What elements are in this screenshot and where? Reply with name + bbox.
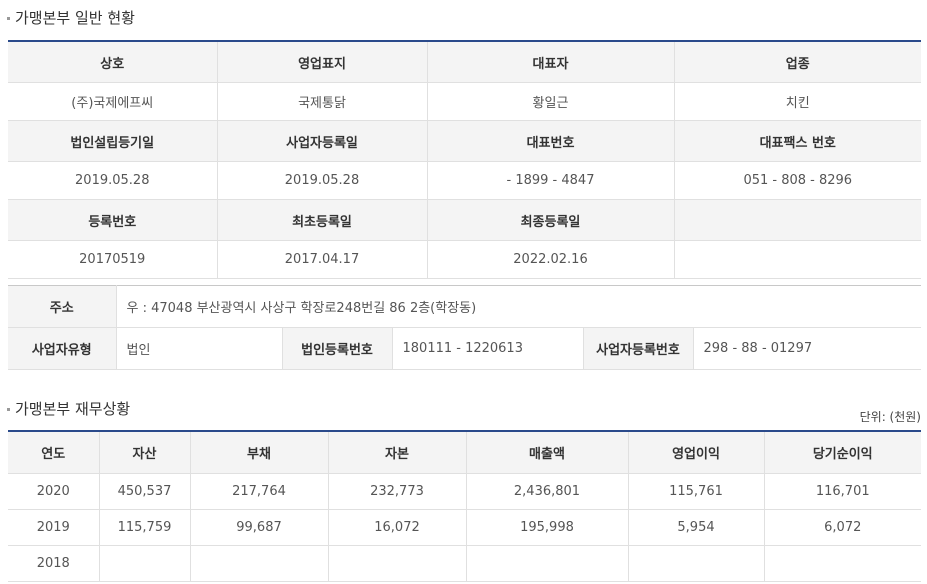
address-row: 주소 우 : 47048 부산광역시 사상구 학장로248번길 86 2층(학장… [8,285,922,328]
column-header: 최초등록일 [217,199,428,241]
bullet-icon [7,408,10,411]
table-cell [328,545,467,582]
table-cell: 2019.05.28 [217,161,428,200]
address-label: 주소 [8,285,117,328]
table-cell: 국제통닭 [217,82,428,121]
general-status-title: 가맹본부 일반 현황 [7,7,135,28]
column-header: 업종 [674,41,921,83]
table-cell: 2019 [8,509,100,546]
financial-status-title: 가맹본부 재무상황 [7,398,130,419]
table-row: 2018 [8,545,921,582]
column-header: 대표번호 [427,120,675,162]
table-cell: 황일근 [427,82,675,121]
table-cell: 2019.05.28 [8,161,218,200]
table-cell: 217,764 [190,473,329,510]
table-cell: 450,537 [99,473,191,510]
table-cell: 6,072 [764,509,921,546]
column-header: 매출액 [466,431,629,474]
table-cell: 2020 [8,473,100,510]
column-header: 상호 [8,41,218,83]
table-cell [674,240,921,279]
table-cell [764,545,921,582]
table-cell [466,545,629,582]
data-row: 20170519 2017.04.17 2022.02.16 [8,240,921,279]
column-header: 자본 [328,431,467,474]
general-status-table: 상호 영업표지 대표자 업종 (주)국제에프씨 국제통닭 황일근 치킨 법인설립등기일 사업자등록… [8,40,921,279]
unit-label: 단위: (천원) [859,410,921,424]
table-cell [190,545,329,582]
table-cell: 115,759 [99,509,191,546]
corp-reg-value: 180111 - 1220613 [392,327,584,370]
column-header: 최종등록일 [427,199,675,241]
table-cell: 99,687 [190,509,329,546]
table-cell: - 1899 - 4847 [427,161,675,200]
table-cell: 2,436,801 [466,473,629,510]
column-header: 대표자 [427,41,675,83]
financial-table: 연도 자산 부채 자본 매출액 영업이익 당기순이익 2020 450,537 217,764 2… [8,430,921,582]
financial-header-row: 연도 자산 부채 자본 매출액 영업이익 당기순이익 [8,431,921,474]
table-cell: 20170519 [8,240,218,279]
address-value: 우 : 47048 부산광역시 사상구 학장로248번길 86 2층(학장동) [116,285,922,328]
biz-reg-label: 사업자등록번호 [583,327,694,370]
table-cell: 5,954 [628,509,765,546]
data-row: 2019.05.28 2019.05.28- 1899 - 4847 051 - 8… [8,161,921,200]
data-row: (주)국제에프씨 국제통닭 황일근 치킨 [8,82,921,121]
header-row: 법인설립등기일 사업자등록일 대표번호 대표팩스 번호 [8,120,921,162]
column-header: 영업표지 [217,41,428,83]
table-cell: 051 - 808 - 8296 [674,161,921,200]
table-cell: 2017.04.17 [217,240,428,279]
table-cell: 치킨 [674,82,921,121]
table-cell: 2018 [8,545,100,582]
header-row: 등록번호 최초등록일 최종등록일 [8,199,921,241]
table-cell: 16,072 [328,509,467,546]
table-cell: (주)국제에프씨 [8,82,218,121]
column-header: 법인설립등기일 [8,120,218,162]
address-table: 주소 우 : 47048 부산광역시 사상구 학장로248번길 86 2층(학장… [8,285,922,370]
table-cell [628,545,765,582]
column-header: 부채 [190,431,329,474]
column-header: 등록번호 [8,199,218,241]
table-cell: 2022.02.16 [427,240,675,279]
biz-reg-value: 298 - 88 - 01297 [693,327,922,370]
column-header: 당기순이익 [764,431,921,474]
column-header: 사업자등록일 [217,120,428,162]
registration-row: 사업자유형 법인 법인등록번호 180111 - 1220613 사업자등록번호… [8,327,922,370]
table-cell [99,545,191,582]
biz-type-value: 법인 [116,327,283,370]
table-cell: 195,998 [466,509,629,546]
table-row: 2019 115,759 99,687 16,072 195,998 5,954 6,072 [8,509,921,546]
bullet-icon [7,17,10,20]
column-header: 자산 [99,431,191,474]
column-header: 연도 [8,431,100,474]
table-cell: 116,701 [764,473,921,510]
column-header [674,199,921,241]
header-row: 상호 영업표지 대표자 업종 [8,41,921,83]
table-cell: 232,773 [328,473,467,510]
financial-status-title-text: 가맹본부 재무상황 [15,400,131,418]
biz-type-label: 사업자유형 [8,327,117,370]
general-status-title-text: 가맹본부 일반 현황 [15,9,135,27]
column-header: 영업이익 [628,431,765,474]
column-header: 대표팩스 번호 [674,120,921,162]
corp-reg-label: 법인등록번호 [282,327,393,370]
table-cell: 115,761 [628,473,765,510]
table-row: 2020 450,537 217,764 232,773 2,436,801 115,76… [8,473,921,510]
